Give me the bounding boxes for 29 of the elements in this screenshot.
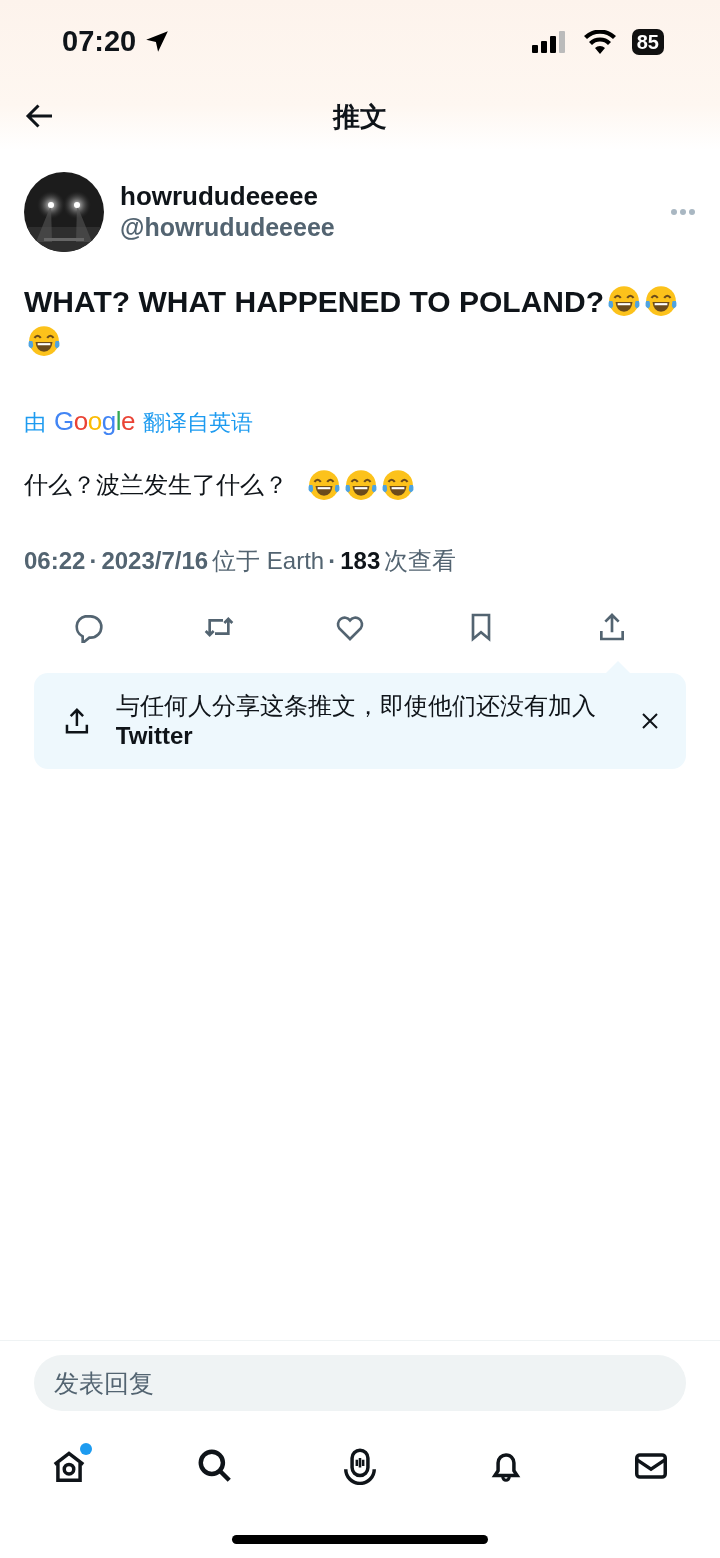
microphone-tab[interactable]: [341, 1447, 379, 1485]
translated-from-label: 翻译自英语: [142, 409, 253, 437]
google-logo: Google: [54, 405, 135, 438]
battery-level: 85: [631, 29, 664, 55]
page-title: 推文: [333, 100, 387, 134]
laughing-emoji-icon: [381, 468, 415, 502]
separator-dot: ·: [89, 546, 98, 576]
tweet-location: 位于 Earth: [212, 546, 325, 576]
tweet-time: 06:22: [24, 546, 86, 576]
wifi-icon: [583, 30, 616, 54]
share-tip-text: 与任何人分享这条推文，即使他们还没有加入 Twitter: [115, 691, 597, 751]
laughing-emoji-icon: [27, 324, 61, 358]
translated-text: 什么？波兰发生了什么？: [24, 470, 288, 500]
translated-by-label: 由: [24, 409, 46, 437]
signal-icon: [531, 31, 568, 53]
display-name: howrududeeeee: [120, 180, 319, 212]
status-time: 07:20: [62, 24, 137, 60]
microphone-icon: [341, 1447, 379, 1485]
laughing-emoji-icon: [643, 284, 678, 318]
laughing-emoji-icon: [344, 468, 378, 502]
tweet-text: WHAT? WHAT HAPPENED TO POLAND?: [24, 285, 604, 318]
reply-field[interactable]: 发表回复: [34, 1355, 686, 1411]
user-handle: @howrududeeeee: [120, 211, 336, 243]
separator-dot: ·: [328, 546, 337, 576]
laughing-emoji-icon: [307, 468, 341, 502]
laughing-emoji-icon: [606, 284, 641, 318]
view-label: 次查看: [384, 546, 457, 576]
tweet-date: 2023/7/16: [101, 546, 209, 576]
view-count: 183: [340, 546, 381, 576]
